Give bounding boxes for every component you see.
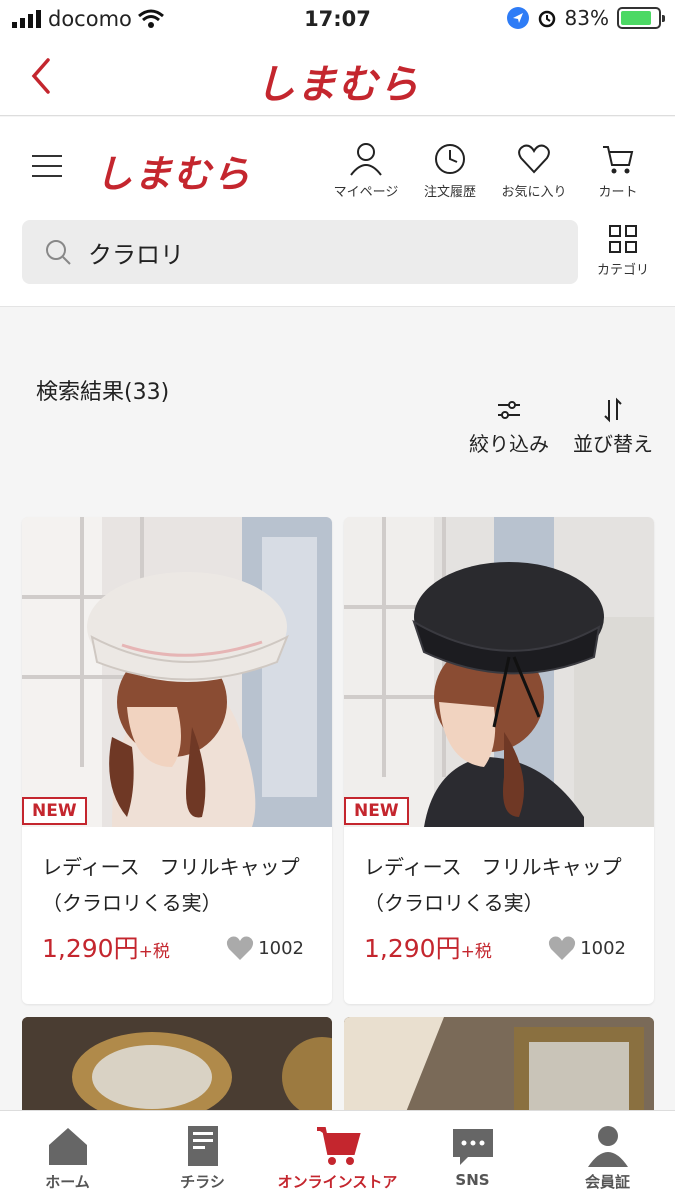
home-icon <box>48 1128 87 1165</box>
mypage-label: マイページ <box>333 185 399 200</box>
product-image[interactable]: NEW <box>22 517 332 827</box>
tab-online-store[interactable]: オンラインストア <box>270 1111 405 1200</box>
alarm-icon <box>538 10 555 28</box>
tab-label: 会員証 <box>584 1173 630 1191</box>
cart-button[interactable]: カート <box>583 141 653 200</box>
tab-label: チラシ <box>180 1173 225 1191</box>
battery-icon <box>617 7 665 29</box>
sort-icon <box>604 397 622 423</box>
order-history-label: 注文履歴 <box>423 185 476 200</box>
product-card[interactable]: NEW レディース フリルキャップ（クラロリくる実） 1,290円+税 1002 <box>22 517 332 1004</box>
price-tax: +税 <box>460 942 492 962</box>
product-price: 1,290円+税 <box>364 929 492 965</box>
product-name[interactable]: レディース フリルキャップ（クラロリくる実） <box>364 849 634 921</box>
heart-icon <box>227 936 254 960</box>
filter-icon <box>498 401 520 419</box>
tab-sns[interactable]: SNS <box>405 1111 540 1200</box>
product-photo <box>22 1017 332 1117</box>
nav-logo: しまむら <box>255 62 420 108</box>
tab-label: SNS <box>455 1171 490 1189</box>
product-card[interactable]: NEW レディース フリルキャップ（クラロリくる実） 1,290円+税 1002 <box>344 517 654 1004</box>
sort-label: 並び替え <box>573 432 653 456</box>
search-query: クラロリ <box>88 240 184 269</box>
filter-label: 絞り込み <box>469 432 549 456</box>
product-card-partial[interactable] <box>22 1017 332 1117</box>
search-input[interactable]: クラロリ <box>22 220 578 284</box>
tab-flyer[interactable]: チラシ <box>135 1111 270 1200</box>
menu-line <box>32 175 62 177</box>
like-count: 1002 <box>258 937 304 959</box>
product-photo <box>344 1017 654 1117</box>
price-value: 1,290円 <box>364 934 461 963</box>
like-count: 1002 <box>580 937 626 959</box>
results-title: 検索結果(33) <box>36 380 170 405</box>
filter-button[interactable]: 絞り込み <box>469 396 549 457</box>
header-actions: マイページ 注文履歴 お気に入り カート <box>331 141 653 200</box>
product-name[interactable]: レディース フリルキャップ（クラロリくる実） <box>42 849 312 921</box>
menu-line <box>32 165 62 167</box>
cart-icon <box>316 1127 361 1165</box>
category-button[interactable]: カテゴリ <box>593 225 653 278</box>
search-icon <box>46 240 71 265</box>
product-price: 1,290円+税 <box>42 929 170 965</box>
status-right: 83% <box>506 6 665 30</box>
heart-icon <box>518 144 550 174</box>
mypage-button[interactable]: マイページ <box>331 141 401 200</box>
tab-member-card[interactable]: 会員証 <box>540 1111 675 1200</box>
price-tax: +税 <box>138 942 170 962</box>
menu-button[interactable] <box>32 155 62 179</box>
site-logo[interactable]: しまむら <box>95 143 251 198</box>
results-tools: 絞り込み 並び替え <box>469 396 653 457</box>
tab-home[interactable]: ホーム <box>0 1111 135 1200</box>
like-button[interactable]: 1002 <box>226 935 304 961</box>
category-label: カテゴリ <box>596 263 649 278</box>
sort-button[interactable]: 並び替え <box>573 396 653 457</box>
price-value: 1,290円 <box>42 934 139 963</box>
location-icon <box>506 7 529 29</box>
person-icon <box>350 143 382 176</box>
new-badge: NEW <box>22 797 87 825</box>
new-badge: NEW <box>344 797 409 825</box>
tab-label: オンラインストア <box>277 1173 398 1191</box>
order-history-button[interactable]: 注文履歴 <box>415 141 485 200</box>
history-icon <box>435 144 465 174</box>
battery-percent: 83% <box>564 6 609 30</box>
status-bar: docomo 17:07 83% <box>0 0 675 40</box>
favorites-label: お気に入り <box>501 185 567 200</box>
tab-label: ホーム <box>45 1173 90 1191</box>
member-icon <box>587 1126 628 1167</box>
flyer-icon <box>187 1126 218 1166</box>
cart-label: カート <box>598 185 638 200</box>
nav-bar: しまむら <box>0 40 675 116</box>
chat-icon <box>452 1129 493 1165</box>
menu-line <box>32 155 62 157</box>
product-card-partial[interactable] <box>344 1017 654 1117</box>
product-photo <box>22 517 332 827</box>
site-header: しまむら マイページ 注文履歴 お気に入り カート クラロリ カテゴリ <box>0 117 675 307</box>
favorites-button[interactable]: お気に入り <box>499 141 569 200</box>
cart-icon <box>603 146 634 174</box>
grid-icon <box>609 225 637 253</box>
product-image[interactable]: NEW <box>344 517 654 827</box>
battery-fill <box>621 11 651 25</box>
heart-icon <box>549 936 576 960</box>
like-button[interactable]: 1002 <box>548 935 626 961</box>
product-photo <box>344 517 654 827</box>
tab-bar: ホーム チラシ オンラインストア SNS 会員証 <box>0 1110 675 1200</box>
